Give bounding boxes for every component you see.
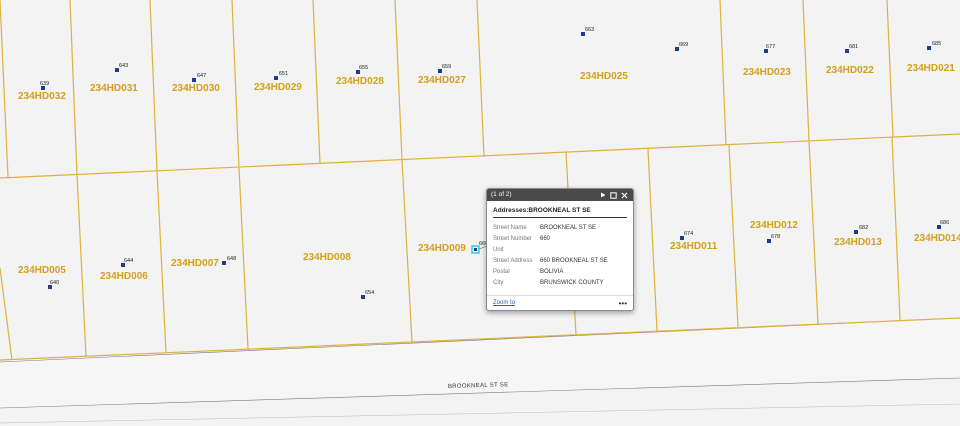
field-value: BRUNSWICK COUNTY	[540, 279, 604, 286]
field-value: BROOKNEAL ST SE	[540, 224, 597, 231]
svg-text:678: 678	[771, 234, 780, 240]
svg-text:659: 659	[442, 64, 451, 70]
field-value: 660 BROOKNEAL ST SE	[540, 257, 608, 264]
svg-text:639: 639	[40, 81, 49, 87]
svg-text:685: 685	[932, 41, 941, 47]
svg-text:647: 647	[197, 73, 206, 79]
svg-text:663: 663	[585, 27, 594, 33]
info-popup: (1 of 2) Addresses:BROOKNEAL ST SE Stree…	[486, 188, 634, 311]
parcel-label: 234HD011	[670, 241, 718, 252]
parcel-label: 234HD008	[303, 252, 351, 263]
maximize-icon[interactable]	[609, 191, 618, 200]
parcel-label: 234HD005	[18, 265, 66, 276]
field-label: Postal	[493, 268, 510, 275]
parcel-label: 234HD028	[336, 76, 384, 87]
more-options-icon[interactable]: •••	[619, 299, 627, 308]
svg-text:681: 681	[849, 44, 858, 50]
parcel-label: 234HD014	[914, 233, 960, 244]
zoom-to-link[interactable]: Zoom to	[493, 300, 619, 306]
svg-text:644: 644	[124, 258, 133, 264]
parcel-label: 234HD022	[826, 65, 874, 76]
parcel-label: 234HD006	[100, 271, 148, 282]
field-value: 660	[540, 235, 551, 242]
field-label: Street Number	[493, 235, 533, 242]
popup-count: (1 of 2)	[491, 191, 512, 198]
svg-text:643: 643	[119, 63, 128, 69]
parcel-label: 234HD021	[907, 63, 955, 74]
parcel-label: 234HD023	[743, 67, 791, 78]
parcel-label: 234HD030	[172, 83, 220, 94]
field-label: Unit	[493, 246, 504, 253]
field-label: City	[493, 279, 504, 286]
popup-footer: Zoom to •••	[487, 295, 633, 310]
play-icon[interactable]	[598, 191, 607, 200]
svg-text:674: 674	[684, 231, 693, 237]
field-label: Street Address	[493, 257, 533, 264]
svg-text:654: 654	[365, 290, 374, 296]
popup-row-unit: Unit	[493, 244, 627, 255]
popup-row-street-name: Street Name BROOKNEAL ST SE	[493, 222, 627, 233]
parcel-label: 234HD025	[580, 71, 628, 82]
popup-row-street-address: Street Address 660 BROOKNEAL ST SE	[493, 255, 627, 266]
svg-text:682: 682	[859, 225, 868, 231]
popup-row-city: City BRUNSWICK COUNTY	[493, 277, 627, 288]
svg-text:686: 686	[940, 220, 949, 226]
parcel-label: 234HD013	[834, 237, 882, 248]
parcel-label: 234HD009	[418, 243, 466, 254]
parcel-label: 234HD029	[254, 82, 302, 93]
parcel-label: 234HD012	[750, 220, 798, 231]
popup-row-street-number: Street Number 660	[493, 233, 627, 244]
svg-text:648: 648	[227, 256, 236, 262]
svg-text:651: 651	[279, 71, 288, 77]
svg-text:677: 677	[766, 44, 775, 50]
parcel-label: 234HD027	[418, 75, 466, 86]
field-value: BOLIVIA	[540, 268, 564, 275]
popup-attribute-table: Street Name BROOKNEAL ST SE Street Numbe…	[493, 222, 627, 288]
parcel-label: 234HD007	[171, 258, 219, 269]
svg-text:655: 655	[359, 65, 368, 71]
popup-header: (1 of 2)	[487, 189, 633, 201]
close-icon[interactable]	[620, 191, 629, 200]
svg-text:669: 669	[679, 42, 688, 48]
svg-text:640: 640	[50, 280, 59, 286]
field-label: Street Name	[493, 224, 527, 231]
popup-title: Addresses:BROOKNEAL ST SE	[493, 207, 627, 218]
popup-row-postal: Postal BOLIVIA	[493, 266, 627, 277]
parcel-label: 234HD031	[90, 83, 138, 94]
parcel-map[interactable]: BROOKNEAL ST SE 234HD032 234HD031 234HD0…	[0, 0, 960, 426]
parcel-label: 234HD032	[18, 91, 66, 102]
